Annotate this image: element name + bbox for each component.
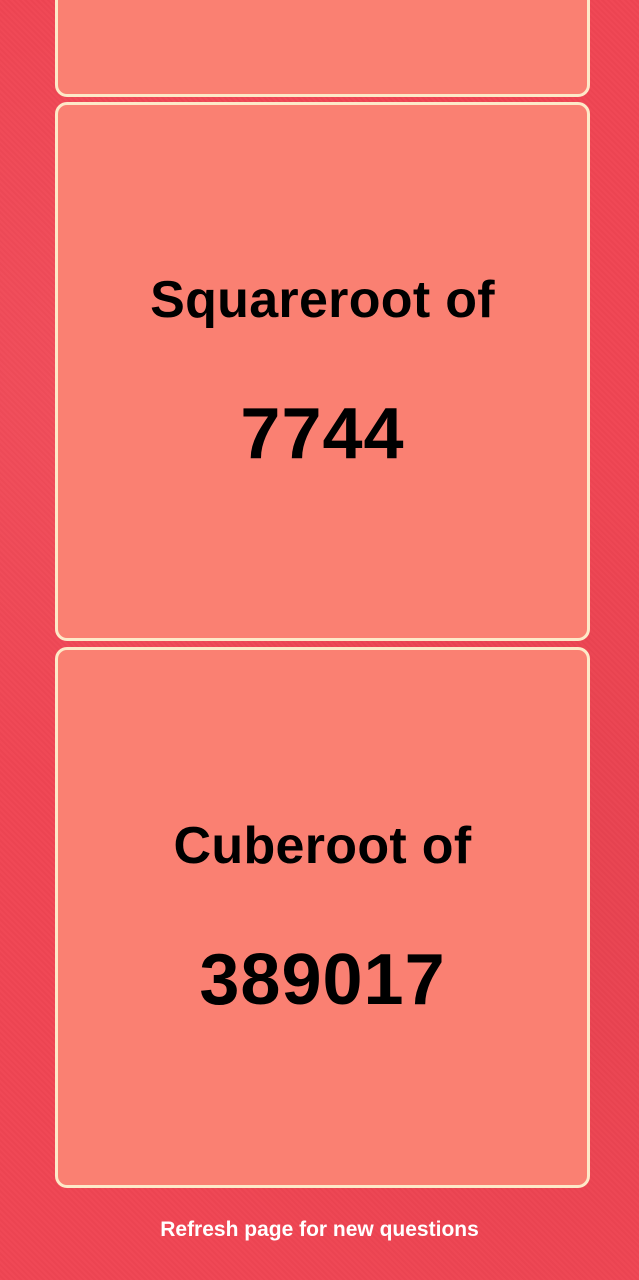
question-number: 389017 xyxy=(199,939,446,1020)
refresh-hint: Refresh page for new questions xyxy=(160,1218,479,1241)
question-card-cuberoot: Cuberoot of 389017 xyxy=(55,647,590,1188)
question-label: Squareroot of xyxy=(150,270,495,329)
question-card-squareroot: Squareroot of 7744 xyxy=(55,102,590,641)
question-number: 7744 xyxy=(240,393,405,474)
question-label: Cuberoot of xyxy=(173,816,472,875)
question-card-previous xyxy=(55,0,590,97)
